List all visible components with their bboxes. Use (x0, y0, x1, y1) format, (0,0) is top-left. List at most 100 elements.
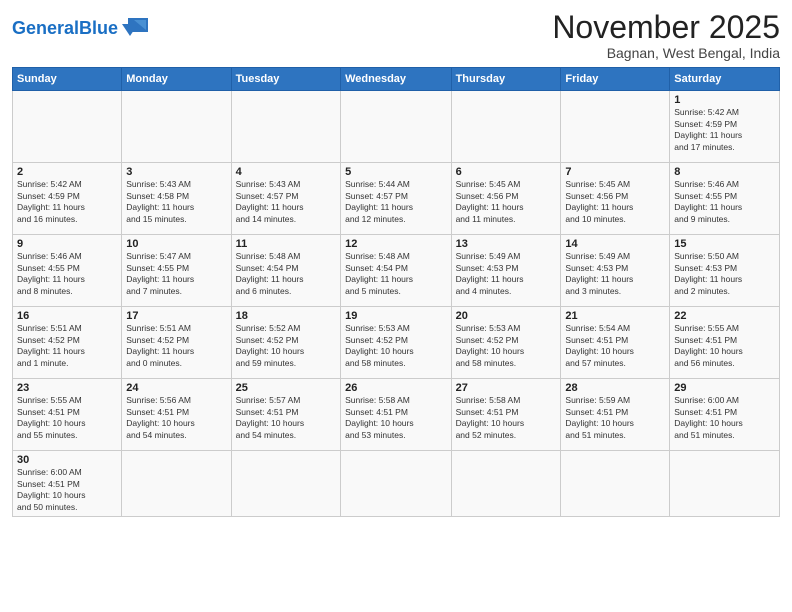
calendar-cell (670, 451, 780, 517)
day-info: Sunrise: 5:47 AMSunset: 4:55 PMDaylight:… (126, 251, 226, 297)
day-info: Sunrise: 5:48 AMSunset: 4:54 PMDaylight:… (345, 251, 446, 297)
day-number: 28 (565, 382, 665, 394)
week-row-5: 23Sunrise: 5:55 AMSunset: 4:51 PMDayligh… (13, 379, 780, 451)
day-number: 18 (236, 310, 336, 322)
day-number: 19 (345, 310, 446, 322)
day-info: Sunrise: 5:43 AMSunset: 4:57 PMDaylight:… (236, 179, 336, 225)
day-info: Sunrise: 5:50 AMSunset: 4:53 PMDaylight:… (674, 251, 775, 297)
day-number: 4 (236, 166, 336, 178)
week-row-2: 2Sunrise: 5:42 AMSunset: 4:59 PMDaylight… (13, 163, 780, 235)
day-number: 20 (456, 310, 557, 322)
day-info: Sunrise: 6:00 AMSunset: 4:51 PMDaylight:… (674, 395, 775, 441)
day-number: 29 (674, 382, 775, 394)
day-info: Sunrise: 6:00 AMSunset: 4:51 PMDaylight:… (17, 467, 117, 513)
day-info: Sunrise: 5:49 AMSunset: 4:53 PMDaylight:… (565, 251, 665, 297)
calendar-cell: 23Sunrise: 5:55 AMSunset: 4:51 PMDayligh… (13, 379, 122, 451)
day-info: Sunrise: 5:52 AMSunset: 4:52 PMDaylight:… (236, 323, 336, 369)
calendar-cell: 26Sunrise: 5:58 AMSunset: 4:51 PMDayligh… (341, 379, 451, 451)
calendar-cell (13, 91, 122, 163)
day-info: Sunrise: 5:56 AMSunset: 4:51 PMDaylight:… (126, 395, 226, 441)
col-wednesday: Wednesday (341, 68, 451, 91)
day-info: Sunrise: 5:43 AMSunset: 4:58 PMDaylight:… (126, 179, 226, 225)
day-number: 5 (345, 166, 446, 178)
day-number: 15 (674, 238, 775, 250)
calendar-cell: 10Sunrise: 5:47 AMSunset: 4:55 PMDayligh… (122, 235, 231, 307)
day-info: Sunrise: 5:58 AMSunset: 4:51 PMDaylight:… (345, 395, 446, 441)
day-info: Sunrise: 5:46 AMSunset: 4:55 PMDaylight:… (17, 251, 117, 297)
calendar-cell (561, 91, 670, 163)
calendar-cell: 4Sunrise: 5:43 AMSunset: 4:57 PMDaylight… (231, 163, 340, 235)
day-number: 12 (345, 238, 446, 250)
header: GeneralBlue November 2025 Bagnan, West B… (12, 10, 780, 61)
day-number: 16 (17, 310, 117, 322)
week-row-4: 16Sunrise: 5:51 AMSunset: 4:52 PMDayligh… (13, 307, 780, 379)
day-info: Sunrise: 5:53 AMSunset: 4:52 PMDaylight:… (345, 323, 446, 369)
day-info: Sunrise: 5:48 AMSunset: 4:54 PMDaylight:… (236, 251, 336, 297)
calendar-cell (451, 91, 561, 163)
calendar-cell (341, 451, 451, 517)
calendar-cell: 19Sunrise: 5:53 AMSunset: 4:52 PMDayligh… (341, 307, 451, 379)
calendar-cell: 28Sunrise: 5:59 AMSunset: 4:51 PMDayligh… (561, 379, 670, 451)
day-info: Sunrise: 5:45 AMSunset: 4:56 PMDaylight:… (456, 179, 557, 225)
day-info: Sunrise: 5:58 AMSunset: 4:51 PMDaylight:… (456, 395, 557, 441)
calendar-cell: 27Sunrise: 5:58 AMSunset: 4:51 PMDayligh… (451, 379, 561, 451)
day-info: Sunrise: 5:57 AMSunset: 4:51 PMDaylight:… (236, 395, 336, 441)
day-number: 11 (236, 238, 336, 250)
week-row-6: 30Sunrise: 6:00 AMSunset: 4:51 PMDayligh… (13, 451, 780, 517)
calendar-cell (451, 451, 561, 517)
calendar-table: Sunday Monday Tuesday Wednesday Thursday… (12, 67, 780, 517)
calendar-cell: 13Sunrise: 5:49 AMSunset: 4:53 PMDayligh… (451, 235, 561, 307)
day-number: 21 (565, 310, 665, 322)
logo-text: GeneralBlue (12, 19, 118, 37)
day-number: 27 (456, 382, 557, 394)
day-number: 13 (456, 238, 557, 250)
day-number: 22 (674, 310, 775, 322)
week-row-1: 1Sunrise: 5:42 AMSunset: 4:59 PMDaylight… (13, 91, 780, 163)
day-number: 10 (126, 238, 226, 250)
day-number: 6 (456, 166, 557, 178)
title-area: November 2025 Bagnan, West Bengal, India (552, 10, 780, 61)
day-number: 8 (674, 166, 775, 178)
calendar-cell: 30Sunrise: 6:00 AMSunset: 4:51 PMDayligh… (13, 451, 122, 517)
calendar-cell (231, 91, 340, 163)
day-info: Sunrise: 5:49 AMSunset: 4:53 PMDaylight:… (456, 251, 557, 297)
day-info: Sunrise: 5:44 AMSunset: 4:57 PMDaylight:… (345, 179, 446, 225)
calendar-cell: 8Sunrise: 5:46 AMSunset: 4:55 PMDaylight… (670, 163, 780, 235)
calendar-cell: 16Sunrise: 5:51 AMSunset: 4:52 PMDayligh… (13, 307, 122, 379)
week-row-3: 9Sunrise: 5:46 AMSunset: 4:55 PMDaylight… (13, 235, 780, 307)
day-info: Sunrise: 5:51 AMSunset: 4:52 PMDaylight:… (17, 323, 117, 369)
day-info: Sunrise: 5:46 AMSunset: 4:55 PMDaylight:… (674, 179, 775, 225)
day-number: 9 (17, 238, 117, 250)
calendar-cell: 29Sunrise: 6:00 AMSunset: 4:51 PMDayligh… (670, 379, 780, 451)
col-friday: Friday (561, 68, 670, 91)
day-number: 7 (565, 166, 665, 178)
calendar-cell (122, 451, 231, 517)
location-subtitle: Bagnan, West Bengal, India (552, 45, 780, 61)
day-info: Sunrise: 5:51 AMSunset: 4:52 PMDaylight:… (126, 323, 226, 369)
day-number: 23 (17, 382, 117, 394)
day-number: 30 (17, 454, 117, 466)
calendar-cell: 15Sunrise: 5:50 AMSunset: 4:53 PMDayligh… (670, 235, 780, 307)
calendar-cell (561, 451, 670, 517)
day-number: 26 (345, 382, 446, 394)
calendar-cell: 22Sunrise: 5:55 AMSunset: 4:51 PMDayligh… (670, 307, 780, 379)
day-number: 14 (565, 238, 665, 250)
calendar-cell: 6Sunrise: 5:45 AMSunset: 4:56 PMDaylight… (451, 163, 561, 235)
col-saturday: Saturday (670, 68, 780, 91)
calendar-cell: 20Sunrise: 5:53 AMSunset: 4:52 PMDayligh… (451, 307, 561, 379)
calendar-cell: 7Sunrise: 5:45 AMSunset: 4:56 PMDaylight… (561, 163, 670, 235)
calendar-cell: 17Sunrise: 5:51 AMSunset: 4:52 PMDayligh… (122, 307, 231, 379)
calendar-cell: 11Sunrise: 5:48 AMSunset: 4:54 PMDayligh… (231, 235, 340, 307)
calendar-cell (231, 451, 340, 517)
calendar-cell: 18Sunrise: 5:52 AMSunset: 4:52 PMDayligh… (231, 307, 340, 379)
calendar-cell: 3Sunrise: 5:43 AMSunset: 4:58 PMDaylight… (122, 163, 231, 235)
logo-blue: Blue (79, 18, 118, 38)
calendar-cell: 21Sunrise: 5:54 AMSunset: 4:51 PMDayligh… (561, 307, 670, 379)
calendar-cell (122, 91, 231, 163)
calendar-cell: 14Sunrise: 5:49 AMSunset: 4:53 PMDayligh… (561, 235, 670, 307)
day-number: 1 (674, 94, 775, 106)
month-title: November 2025 (552, 10, 780, 45)
calendar-cell: 5Sunrise: 5:44 AMSunset: 4:57 PMDaylight… (341, 163, 451, 235)
day-info: Sunrise: 5:42 AMSunset: 4:59 PMDaylight:… (674, 107, 775, 153)
col-tuesday: Tuesday (231, 68, 340, 91)
